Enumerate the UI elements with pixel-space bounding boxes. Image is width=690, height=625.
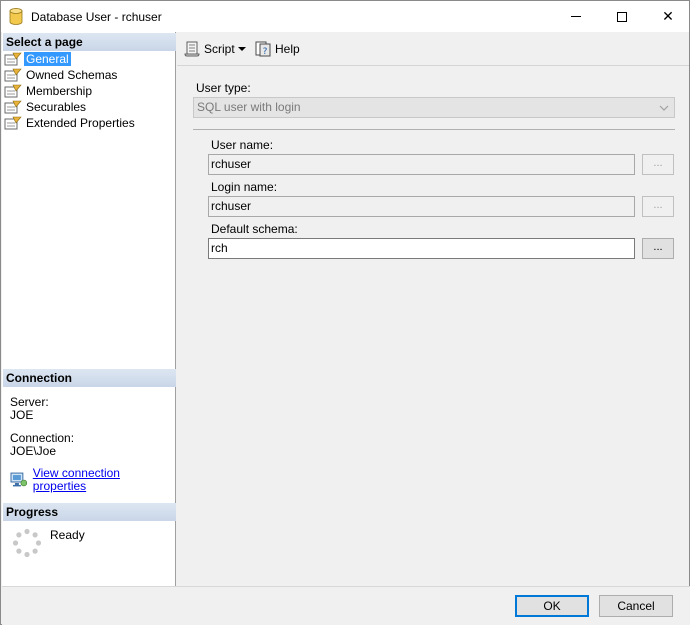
page-item-label: General [24, 52, 71, 66]
page-item-membership[interactable]: Membership [4, 83, 174, 99]
help-button[interactable]: ? Help [254, 40, 300, 58]
dropdown-arrow-icon [238, 47, 246, 51]
user-type-label: User type: [196, 81, 251, 95]
page-icon [4, 52, 22, 66]
server-value: JOE [10, 408, 34, 422]
page-item-label: Securables [26, 100, 87, 114]
page-item-securables[interactable]: Securables [4, 99, 174, 115]
ok-button[interactable]: OK [515, 595, 589, 617]
progress-header: Progress [3, 503, 176, 521]
script-button[interactable]: Script [183, 40, 235, 58]
progress-status: Ready [50, 528, 85, 542]
user-name-value: rchuser [211, 157, 252, 171]
dialog-window: Database User - rchuser ✕ Select a page … [0, 0, 690, 625]
select-page-header: Select a page [3, 33, 176, 51]
user-type-select[interactable]: SQL user with login [193, 97, 675, 118]
page-icon [4, 84, 22, 98]
toolbar: Script ? Help [177, 32, 689, 66]
page-item-general[interactable]: General [4, 51, 174, 67]
page-item-label: Membership [26, 84, 93, 98]
divider [193, 129, 675, 130]
page-icon [4, 100, 22, 114]
page-item-extended-properties[interactable]: Extended Properties [4, 115, 174, 131]
connection-value: JOE\Joe [10, 444, 57, 458]
user-type-value: SQL user with login [197, 100, 301, 114]
database-icon [9, 8, 23, 25]
left-pane: Select a page General Owned Schemas Memb… [2, 32, 176, 586]
close-icon: ✕ [662, 8, 674, 24]
default-schema-label: Default schema: [211, 222, 298, 236]
minimize-button[interactable] [553, 1, 599, 32]
script-label: Script [204, 42, 235, 56]
user-name-field[interactable]: rchuser [208, 154, 635, 175]
help-label: Help [275, 42, 300, 56]
window-title: Database User - rchuser [31, 10, 162, 24]
login-name-browse-button[interactable]: ... [642, 196, 674, 217]
page-item-label: Extended Properties [26, 116, 135, 130]
minimize-icon [571, 16, 581, 17]
script-dropdown-button[interactable] [237, 40, 247, 58]
login-name-label: Login name: [211, 180, 278, 194]
progress-spinner-icon [12, 528, 42, 558]
connection-properties-icon [10, 472, 28, 487]
user-name-label: User name: [211, 138, 274, 152]
svg-text:?: ? [263, 47, 268, 57]
maximize-icon [617, 11, 627, 22]
view-connection-row: View connection properties [10, 467, 175, 493]
page-icon [4, 68, 22, 82]
default-schema-field[interactable]: rch [208, 238, 635, 259]
page-list: General Owned Schemas Membership Securab… [4, 51, 174, 131]
connection-block: Connection: JOE\Joe [10, 432, 74, 458]
maximize-button[interactable] [599, 1, 645, 32]
title-bar: Database User - rchuser ✕ [1, 1, 689, 32]
page-item-label: Owned Schemas [26, 68, 118, 82]
user-name-browse-button[interactable]: ... [642, 154, 674, 175]
login-name-field[interactable]: rchuser [208, 196, 635, 217]
help-icon: ? [255, 41, 271, 57]
connection-header: Connection [3, 369, 176, 387]
right-pane: Script ? Help User type: SQL user with l… [177, 32, 689, 586]
login-name-value: rchuser [211, 199, 252, 213]
chevron-down-icon [659, 105, 669, 111]
page-icon [4, 116, 22, 130]
script-icon [184, 41, 200, 57]
default-schema-browse-button[interactable]: ... [642, 238, 674, 259]
button-bar: OK Cancel [2, 586, 690, 625]
default-schema-value: rch [211, 241, 228, 255]
server-block: Server: JOE [10, 396, 49, 422]
view-connection-properties-link[interactable]: View connection properties [33, 467, 175, 493]
page-item-owned-schemas[interactable]: Owned Schemas [4, 67, 174, 83]
close-button[interactable]: ✕ [645, 1, 690, 32]
cancel-button[interactable]: Cancel [599, 595, 673, 617]
